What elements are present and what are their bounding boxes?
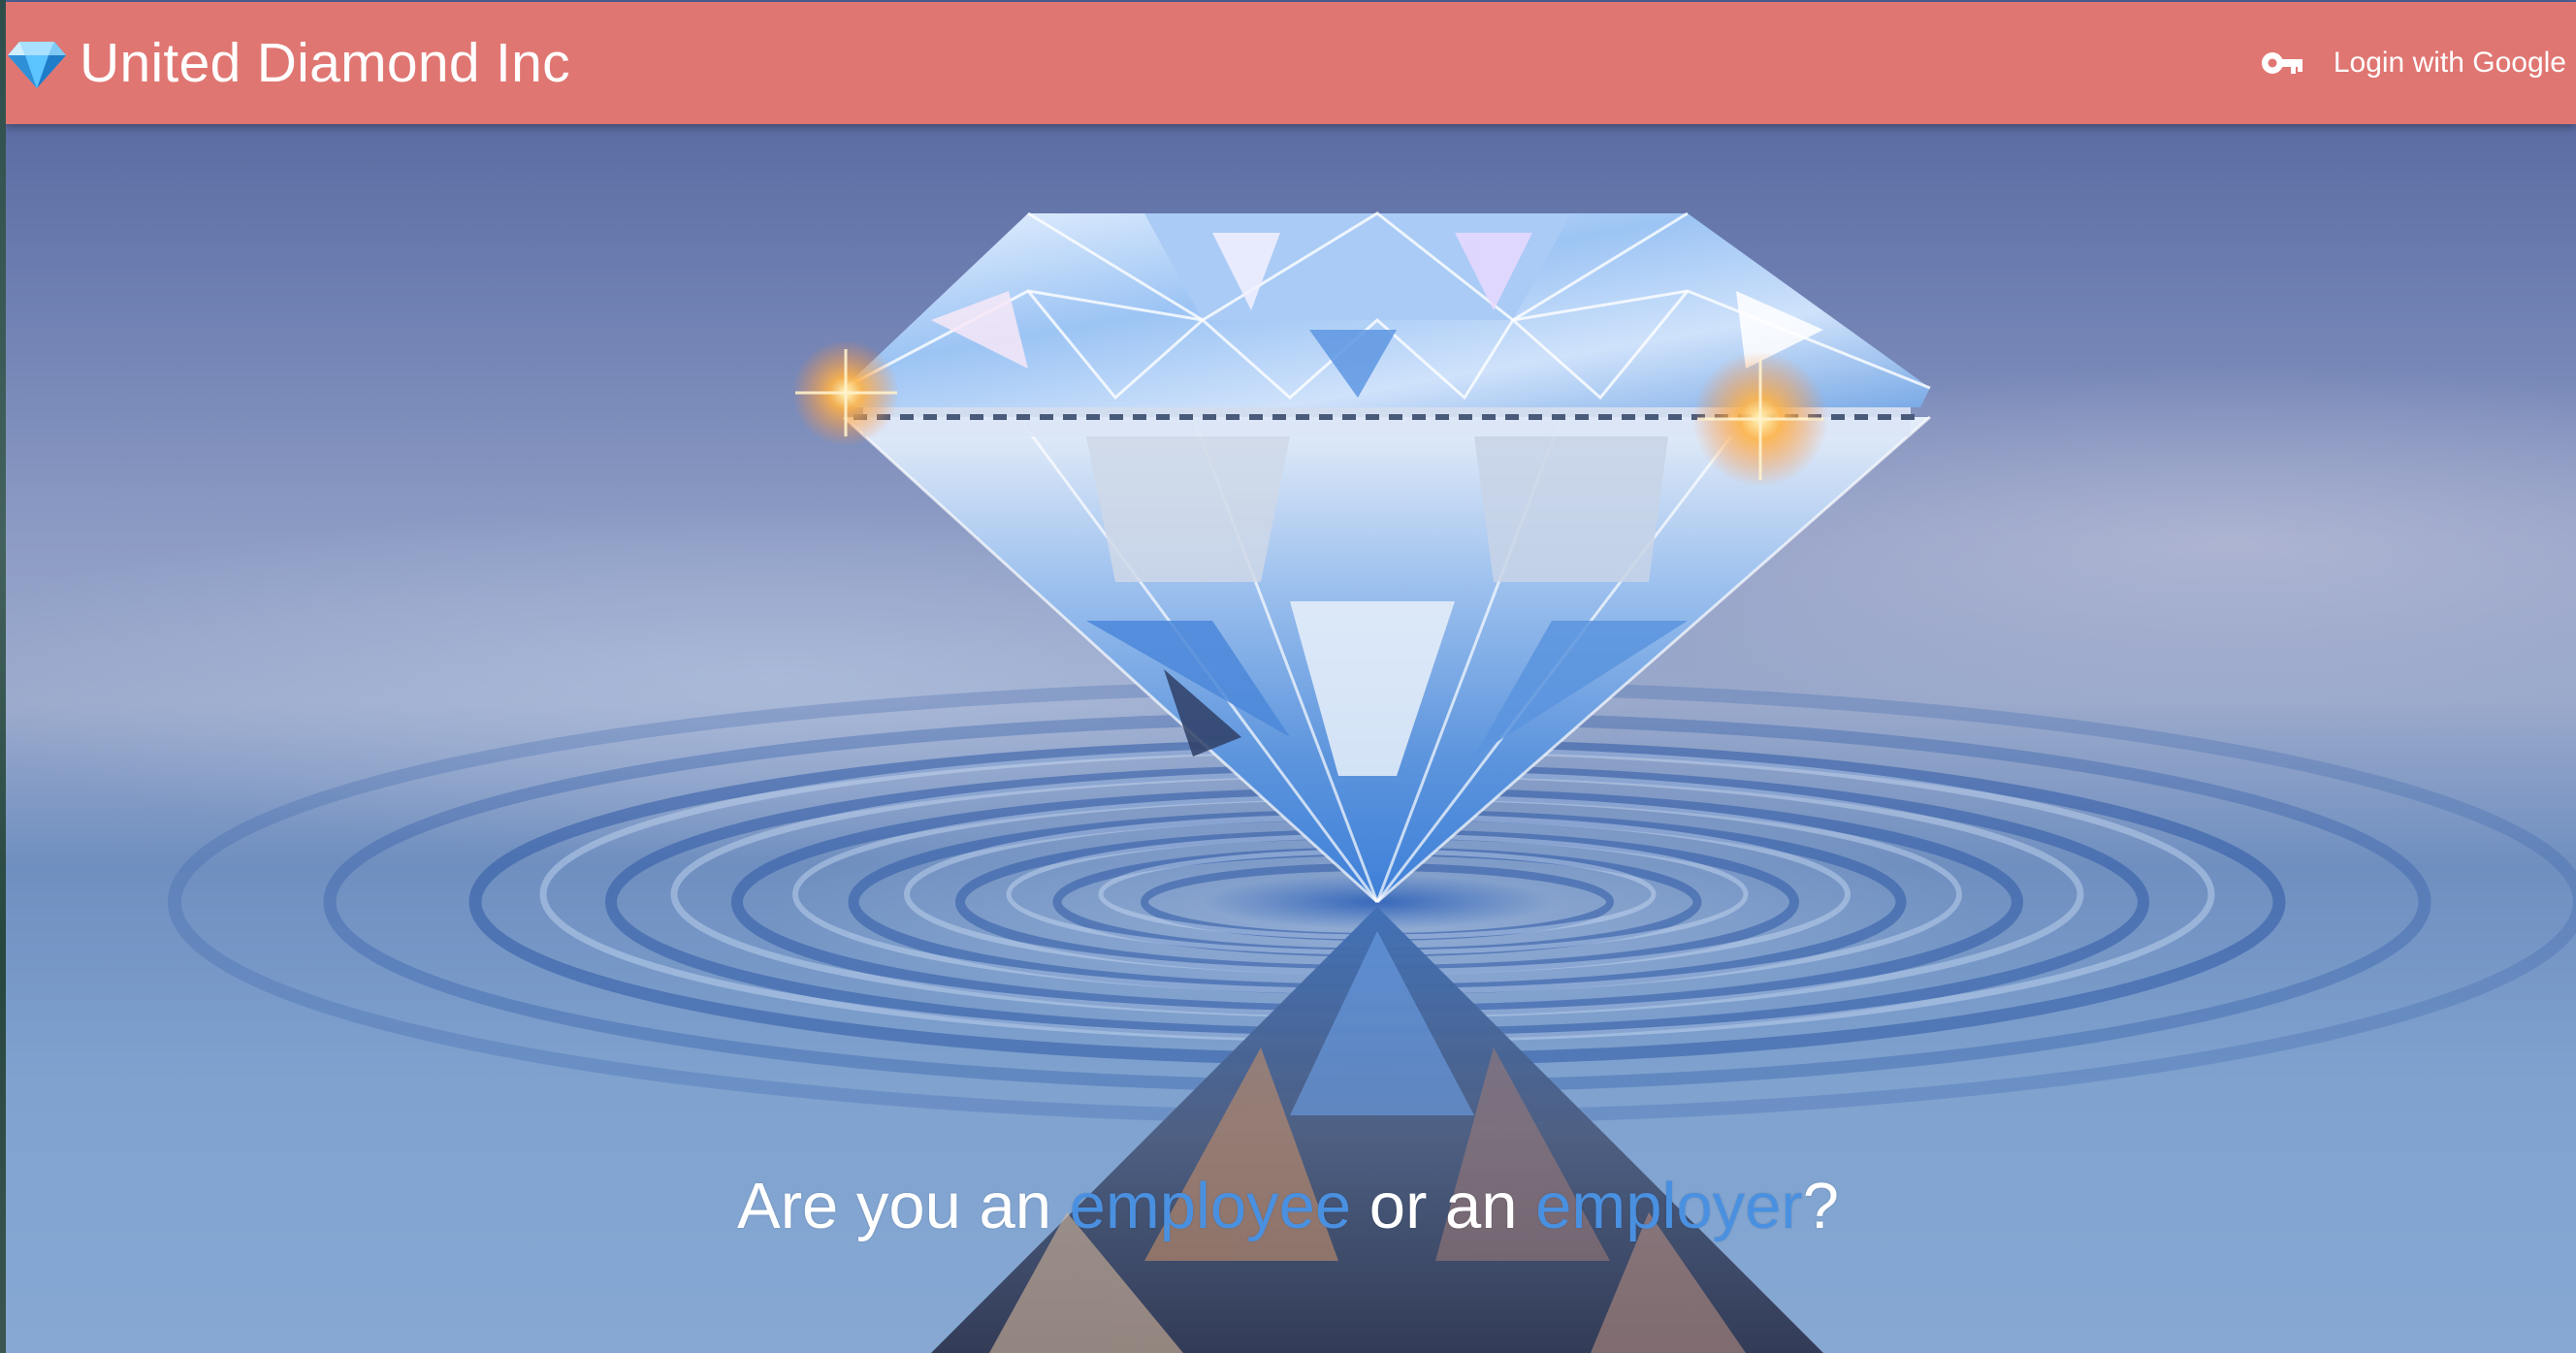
- login-with-google-button[interactable]: Login with Google: [2260, 2, 2566, 124]
- employer-link[interactable]: employer: [1535, 1170, 1803, 1242]
- question-prefix: Are you an: [737, 1170, 1070, 1242]
- brand-home-link[interactable]: United Diamond Inc: [6, 2, 570, 124]
- top-navbar: United Diamond Inc Login with Google: [6, 2, 2576, 124]
- role-question: Are you an employee or an employer?: [0, 1169, 2576, 1243]
- diamond-photo: [168, 211, 2576, 1353]
- employee-link[interactable]: employee: [1070, 1170, 1352, 1242]
- brand-name: United Diamond Inc: [80, 32, 570, 94]
- key-icon: [2261, 52, 2302, 74]
- question-suffix: ?: [1802, 1170, 1839, 1242]
- login-label: Login with Google: [2333, 47, 2566, 79]
- landing-page: United Diamond Inc Login with Google Are…: [0, 0, 2576, 1353]
- question-middle: or an: [1351, 1170, 1536, 1242]
- window-edge: [0, 0, 6, 1353]
- gem-icon: [8, 42, 66, 88]
- hero-background: [0, 0, 2576, 1353]
